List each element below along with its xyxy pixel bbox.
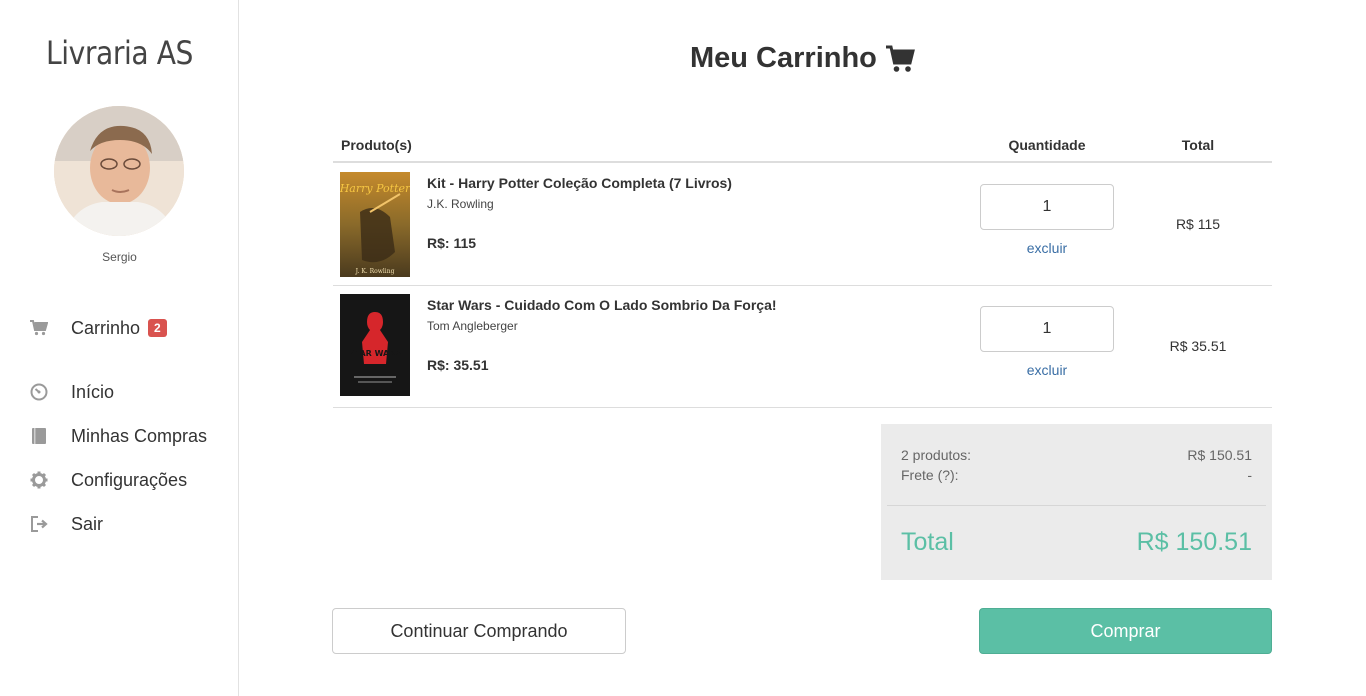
summary-products-label: 2 produtos: (901, 447, 972, 463)
sidebar-item-label: Configurações (71, 469, 188, 490)
product-price: R$: 115 (427, 235, 477, 251)
product-author: Tom Angleberger (427, 319, 518, 333)
summary-shipping-label[interactable]: Frete (?): (901, 467, 959, 483)
product-name[interactable]: Star Wars - Cuidado Com O Lado Sombrio D… (427, 297, 777, 313)
sidebar-item-cart[interactable]: Carrinho 2 (30, 316, 167, 340)
brand-logo: Livraria AS (46, 34, 193, 72)
remove-link[interactable]: excluir (980, 240, 1114, 256)
quantity-input[interactable] (980, 184, 1114, 230)
book-cover-image[interactable]: Harry Potter J. K. Rowling (340, 172, 410, 277)
sidebar-item-settings[interactable]: Configurações (30, 468, 187, 492)
line-total: R$ 115 (1175, 216, 1221, 232)
sidebar-item-label: Início (71, 381, 115, 402)
column-header-product: Produto(s) (341, 137, 412, 153)
continue-shopping-button[interactable]: Continuar Comprando (332, 608, 626, 654)
username: Sergio (102, 250, 137, 264)
sidebar-item-label: Carrinho (71, 317, 141, 338)
dashboard-icon (30, 383, 48, 401)
sidebar-item-home[interactable]: Início (30, 380, 114, 404)
summary-total-label: Total (901, 528, 954, 556)
sidebar-item-label: Minhas Compras (71, 425, 208, 446)
cart-table-header: Produto(s) Quantidade Total (333, 130, 1272, 163)
cover-title-text: Harry Potter (340, 182, 410, 195)
cart-count-badge: 2 (148, 319, 167, 337)
sidebar: Livraria AS Sergio Carrinho 2 Início Min (0, 0, 239, 696)
sidebar-item-purchases[interactable]: Minhas Compras (30, 424, 207, 448)
summary-shipping-value: - (1247, 467, 1252, 483)
cart-icon (30, 319, 48, 337)
sign-out-icon (30, 515, 48, 533)
summary-products-value: R$ 150.51 (1187, 447, 1252, 463)
book-cover-image[interactable]: STAR WARS (340, 294, 410, 396)
summary-shipping-line: Frete (?): - (901, 467, 1252, 483)
remove-link[interactable]: excluir (980, 362, 1114, 378)
product-price: R$: 35.51 (427, 357, 489, 373)
summary-products-line: 2 produtos: R$ 150.51 (901, 447, 1252, 463)
column-header-quantity: Quantidade (1008, 137, 1086, 153)
book-icon (30, 427, 48, 445)
summary-total-line: Total R$ 150.51 (901, 528, 1252, 557)
product-author: J.K. Rowling (427, 197, 494, 211)
avatar (54, 106, 184, 236)
column-header-total: Total (1181, 137, 1215, 153)
page-title: Meu Carrinho (690, 42, 915, 75)
page-title-text: Meu Carrinho (690, 42, 877, 74)
sidebar-item-logout[interactable]: Sair (30, 512, 103, 536)
sidebar-item-label: Sair (71, 513, 104, 534)
gear-icon (30, 471, 48, 489)
order-summary: 2 produtos: R$ 150.51 Frete (?): - Total… (881, 424, 1272, 580)
cover-author-text: J. K. Rowling (355, 268, 395, 275)
cart-row: STAR WARS Star Wars - Cuidado Com O Lado… (333, 286, 1272, 408)
product-name[interactable]: Kit - Harry Potter Coleção Completa (7 L… (427, 175, 732, 191)
summary-total-value: R$ 150.51 (1136, 528, 1252, 556)
cart-row: Harry Potter J. K. Rowling Kit - Harry P… (333, 164, 1272, 286)
buy-button[interactable]: Comprar (979, 608, 1272, 654)
shopping-cart-icon (885, 45, 915, 72)
cover-logo-text: STAR WARS (349, 349, 402, 358)
line-total: R$ 35.51 (1169, 338, 1227, 354)
summary-divider (887, 505, 1266, 506)
quantity-input[interactable] (980, 306, 1114, 352)
